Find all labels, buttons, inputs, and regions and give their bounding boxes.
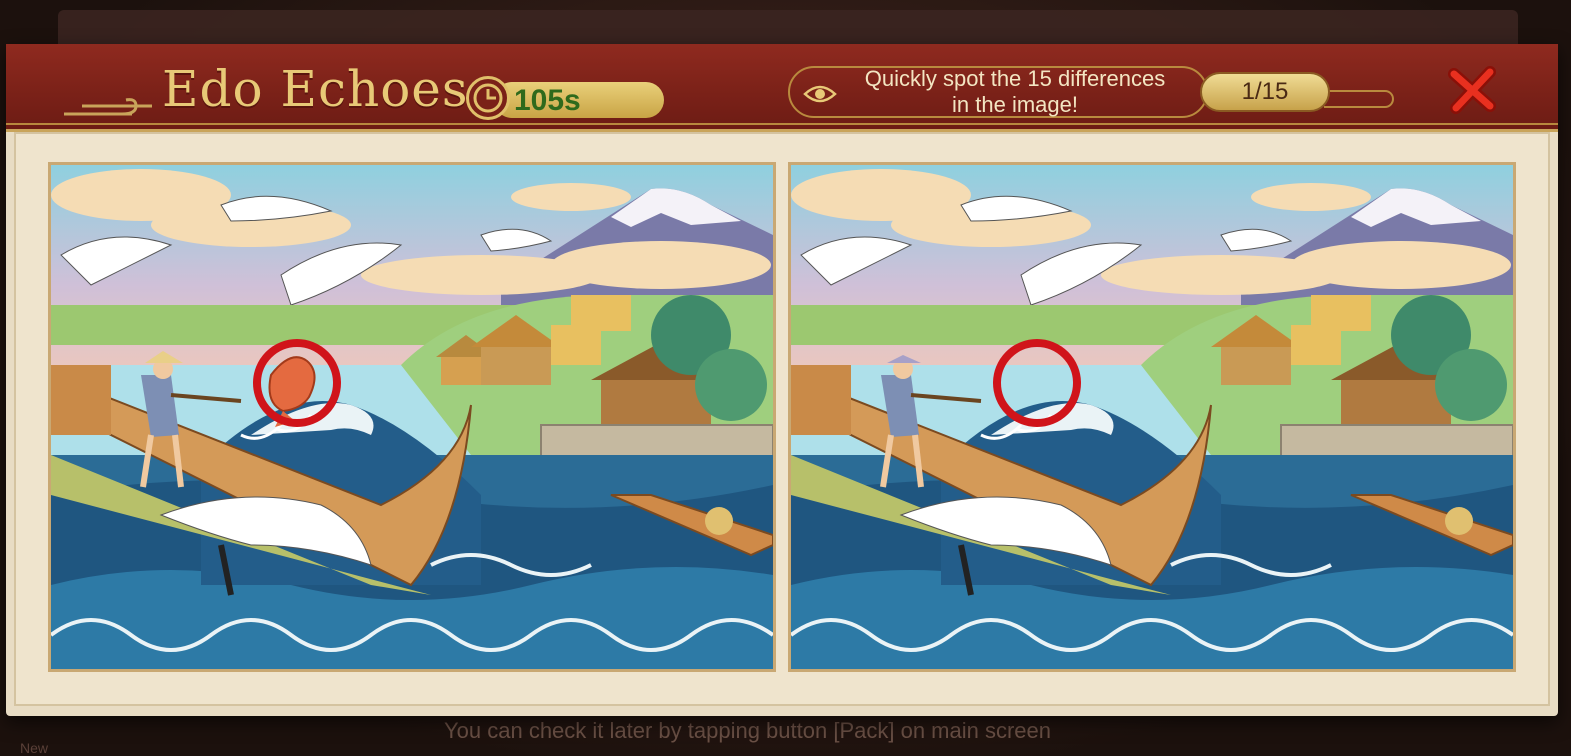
- eye-icon: [803, 85, 837, 103]
- close-icon: [1448, 66, 1496, 114]
- progress-counter: 1/15: [1200, 72, 1330, 112]
- dialog-header: Edo Echoes 105s Quickly spot the 15 diff…: [6, 44, 1558, 132]
- footer-hint-text: You can check it later by tapping button…: [444, 718, 1051, 743]
- hint-text-line1: Quickly spot the 15 differences: [864, 66, 1166, 91]
- hint-banner: Quickly spot the 15 differences in the i…: [788, 66, 1398, 120]
- timer-value: 105s: [514, 84, 581, 117]
- left-image-panel[interactable]: [48, 162, 776, 672]
- left-scene-image: [51, 165, 773, 669]
- right-image-panel[interactable]: [788, 162, 1516, 672]
- game-title: Edo Echoes: [162, 60, 469, 118]
- timer: 105s: [466, 76, 666, 124]
- hint-text-line2: in the image!: [952, 92, 1078, 117]
- footer-left-label: New: [20, 740, 49, 756]
- right-scene-image: [791, 165, 1513, 669]
- cloud-swirl-icon: [64, 98, 152, 116]
- counter-tail: [1324, 90, 1394, 108]
- close-button[interactable]: [1444, 62, 1500, 118]
- clock-icon: [466, 76, 510, 120]
- spot-difference-dialog: Edo Echoes 105s Quickly spot the 15 diff…: [6, 44, 1558, 716]
- hint-text: Quickly spot the 15 differences in the i…: [840, 66, 1190, 118]
